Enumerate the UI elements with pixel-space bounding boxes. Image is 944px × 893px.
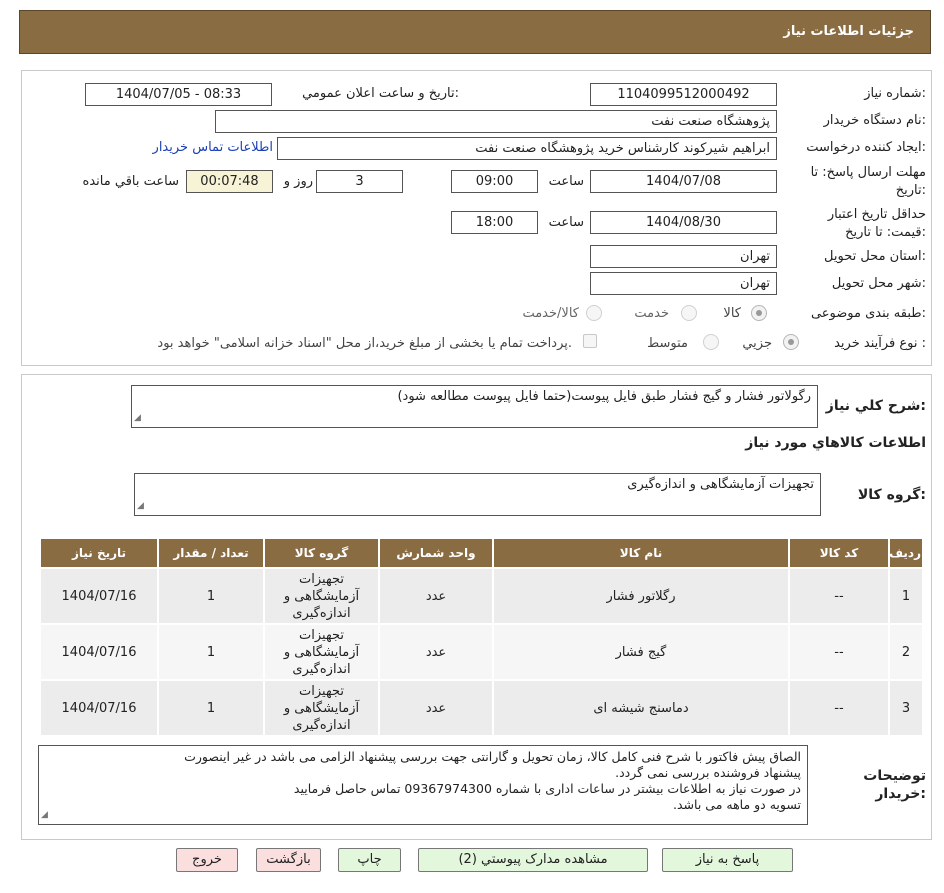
category-option-service: خدمت (634, 306, 669, 321)
buyer-contact-link[interactable]: اطلاعات تماس خریدار (153, 140, 273, 155)
cell-qty: 1 (157, 623, 265, 681)
cell-date: 1404/07/16 (39, 567, 159, 625)
cell-qty: 1 (157, 567, 265, 625)
cell-code: -- (788, 623, 890, 681)
buyer-org-field[interactable]: پژوهشگاه صنعت نفت (215, 110, 777, 133)
price-validity-label-2: قیمت: تا تاریخ: (845, 225, 926, 240)
col-header-qty: تعداد / مقدار (157, 537, 265, 569)
col-header-unit: واحد شمارش (378, 537, 494, 569)
goods-group-text: تجهیزات آزمایشگاهی و اندازه‌گیری (627, 477, 814, 492)
cell-index: 1 (888, 567, 924, 625)
category-radio-service[interactable] (681, 305, 697, 321)
col-header-index: ردیف (888, 537, 924, 569)
reply-deadline-label-2: تاریخ: (895, 183, 926, 198)
price-validity-time-label: ساعت (548, 215, 584, 230)
category-option-goods: کالا (723, 306, 741, 321)
treasury-payment-note: پرداخت تمام یا بخشی از مبلغ خرید،از محل … (157, 336, 572, 351)
cell-unit: عدد (378, 623, 494, 681)
description-text: رگولاتور فشار و گیج فشار طبق فایل پیوست(… (397, 389, 811, 404)
process-option-partial: جزیي (742, 336, 772, 351)
buyer-notes-line: الصاق پیش فاکتور با شرح فنی کامل کالا، ز… (184, 749, 801, 764)
process-type-label: نوع فرآیند خرید : (834, 336, 926, 351)
cell-code: -- (788, 567, 890, 625)
buyer-notes-label-2: خریدار: (875, 786, 926, 802)
goods-table: ردیف کد کالا نام کالا واحد شمارش گروه کا… (39, 537, 924, 737)
process-radio-partial[interactable] (783, 334, 799, 350)
buyer-notes-line: در صورت نیاز به اطلاعات بیشتر در ساعات ا… (293, 781, 801, 796)
reply-deadline-label-1: مهلت ارسال پاسخ: تا (810, 165, 926, 180)
price-validity-date-field[interactable]: 1404/08/30 (590, 211, 777, 234)
category-label: طبقه بندی موضوعی: (810, 306, 926, 321)
cell-name: گیج فشار (492, 623, 790, 681)
cell-index: 3 (888, 679, 924, 737)
cell-unit: عدد (378, 679, 494, 737)
cell-code: -- (788, 679, 890, 737)
announce-datetime-label: تاریخ و ساعت اعلان عمومي: (302, 86, 459, 101)
cell-name: رگلاتور فشار (492, 567, 790, 625)
cell-date: 1404/07/16 (39, 623, 159, 681)
need-number-label: شماره نیاز: (864, 86, 926, 101)
resize-grip-icon[interactable]: ◢ (137, 498, 144, 514)
table-row: 2 -- گیج فشار عدد تجهیزات آزمایشگاهی و ا… (39, 623, 924, 681)
exit-button[interactable]: خروج (176, 848, 238, 872)
table-header-row: ردیف کد کالا نام کالا واحد شمارش گروه کا… (39, 537, 924, 569)
col-header-code: کد کالا (788, 537, 890, 569)
reply-time-label: ساعت (548, 174, 584, 189)
delivery-city-label: شهر محل تحویل: (831, 276, 926, 291)
category-option-goods-service: کالا/خدمت (522, 306, 579, 321)
treasury-payment-checkbox[interactable] (583, 334, 597, 348)
reply-deadline-time-field[interactable]: 09:00 (451, 170, 538, 193)
days-remaining-field[interactable]: 3 (316, 170, 403, 193)
cell-date: 1404/07/16 (39, 679, 159, 737)
page-header: جزئیات اطلاعات نیاز (19, 10, 931, 54)
time-remaining-label: ساعت باقي مانده (82, 174, 179, 189)
cell-group: تجهیزات آزمایشگاهی و اندازه‌گیری (263, 623, 380, 681)
delivery-city-field[interactable]: تهران (590, 272, 777, 295)
buyer-notes-label-1: توضیحات (863, 768, 926, 784)
goods-group-label: گروه کالا: (857, 487, 926, 503)
delivery-province-label: استان محل تحویل: (824, 249, 926, 264)
goods-group-textarea[interactable]: تجهیزات آزمایشگاهی و اندازه‌گیری ◢ (134, 473, 821, 516)
requester-field[interactable]: ابراهیم شیرکوند کارشناس خرید پژوهشگاه صن… (277, 137, 777, 160)
cell-name: دماسنج شیشه ای (492, 679, 790, 737)
cell-group: تجهیزات آزمایشگاهی و اندازه‌گیری (263, 679, 380, 737)
col-header-group: گروه کالا (263, 537, 380, 569)
announce-datetime-field[interactable]: 1404/07/05 - 08:33 (85, 83, 272, 106)
process-option-medium: متوسط (647, 336, 688, 351)
time-remaining-field: 00:07:48 (186, 170, 273, 193)
resize-grip-icon[interactable]: ◢ (41, 807, 48, 823)
reply-button[interactable]: پاسخ به نیاز (662, 848, 793, 872)
process-radio-medium[interactable] (703, 334, 719, 350)
view-attachments-button[interactable]: مشاهده مدارک پیوستي (2) (418, 848, 648, 872)
price-validity-label-1: حداقل تاریخ اعتبار (827, 207, 926, 222)
col-header-date: تاریخ نیاز (39, 537, 159, 569)
buyer-notes-line: تسویه دو ماهه می باشد. (673, 797, 801, 812)
table-row: 1 -- رگلاتور فشار عدد تجهیزات آزمایشگاهی… (39, 567, 924, 625)
description-label: شرح کلي نیاز: (825, 398, 926, 414)
buyer-notes-line: پیشنهاد فروشنده بررسی نمی گردد. (615, 765, 801, 780)
cell-unit: عدد (378, 567, 494, 625)
description-textarea[interactable]: رگولاتور فشار و گیج فشار طبق فایل پیوست(… (131, 385, 818, 428)
price-validity-time-field[interactable]: 18:00 (451, 211, 538, 234)
col-header-name: نام کالا (492, 537, 790, 569)
cell-group: تجهیزات آزمایشگاهی و اندازه‌گیری (263, 567, 380, 625)
table-row: 3 -- دماسنج شیشه ای عدد تجهیزات آزمایشگا… (39, 679, 924, 737)
category-radio-goods-service[interactable] (586, 305, 602, 321)
cell-qty: 1 (157, 679, 265, 737)
print-button[interactable]: چاپ (338, 848, 401, 872)
buyer-org-label: نام دستگاه خریدار: (823, 113, 926, 128)
resize-grip-icon[interactable]: ◢ (134, 410, 141, 426)
back-button[interactable]: بازگشت (256, 848, 321, 872)
requester-label: ایجاد کننده درخواست: (806, 140, 926, 155)
page-title: جزئیات اطلاعات نیاز (783, 24, 914, 39)
category-radio-goods[interactable] (751, 305, 767, 321)
delivery-province-field[interactable]: تهران (590, 245, 777, 268)
reply-deadline-date-field[interactable]: 1404/07/08 (590, 170, 777, 193)
need-number-field[interactable]: 1104099512000492 (590, 83, 777, 106)
buyer-notes-textarea[interactable]: الصاق پیش فاکتور با شرح فنی کامل کالا، ز… (38, 745, 808, 825)
goods-section-title: اطلاعات کالاهاي مورد نیاز (745, 435, 926, 451)
days-label: روز و (283, 174, 313, 189)
cell-index: 2 (888, 623, 924, 681)
